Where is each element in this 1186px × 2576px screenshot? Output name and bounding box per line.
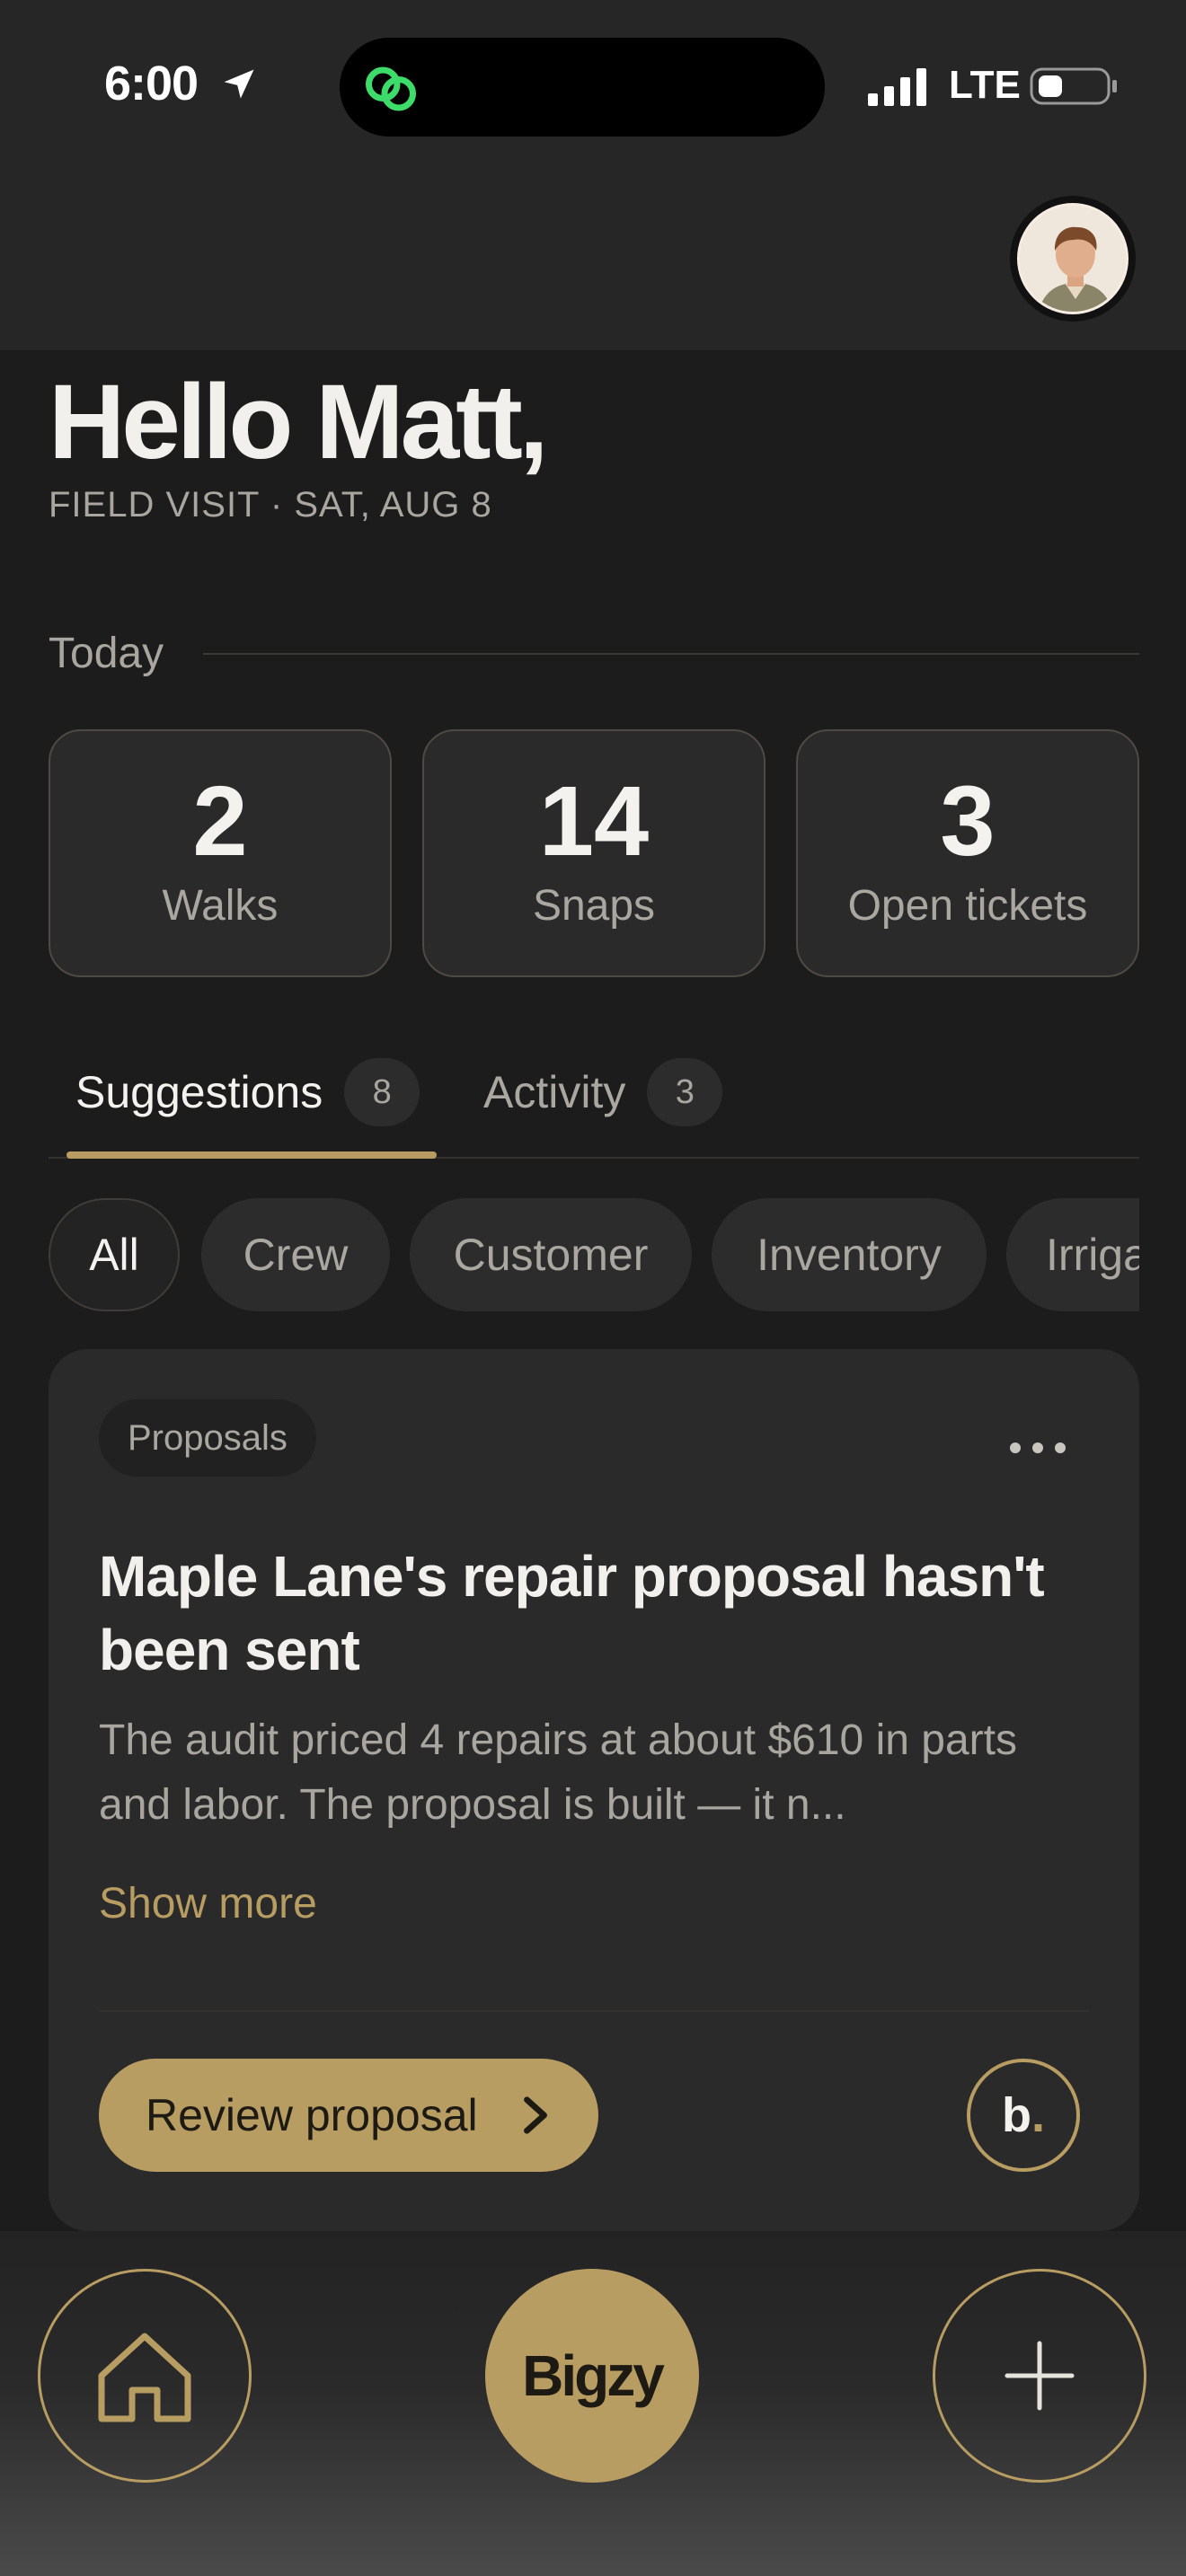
- location-arrow-icon: [224, 69, 254, 99]
- top-bar: 6:00 LTE: [0, 0, 1186, 350]
- island-app-icon: [366, 66, 416, 111]
- person-icon: [1020, 206, 1126, 312]
- section-divider: [203, 653, 1139, 655]
- bottom-nav: Bigzy: [0, 2231, 1186, 2576]
- chip-crew[interactable]: Crew: [201, 1198, 390, 1311]
- review-proposal-button[interactable]: Review proposal: [99, 2059, 598, 2172]
- suggestion-card[interactable]: Proposals Maple Lane's repair proposal h…: [49, 1349, 1139, 2231]
- chip-all[interactable]: All: [49, 1198, 180, 1311]
- bigzy-button[interactable]: Bigzy: [485, 2269, 699, 2483]
- badge-dot: .: [1031, 2088, 1045, 2142]
- filter-chips: All Crew Customer Inventory Irrigation: [49, 1198, 1139, 1311]
- battery-icon: [1030, 67, 1117, 105]
- tab-label: Activity: [483, 1067, 626, 1117]
- tab-count-badge: 3: [647, 1058, 723, 1126]
- card-title: Maple Lane's repair proposal hasn't been…: [99, 1544, 1045, 1682]
- stat-card-open-tickets[interactable]: 3 Open tickets: [796, 729, 1139, 977]
- avatar-photo: [1017, 203, 1128, 314]
- card-category-tag: Proposals: [99, 1399, 316, 1477]
- tab-activity[interactable]: Activity 3: [483, 1047, 723, 1137]
- more-icon[interactable]: [1006, 1437, 1069, 1459]
- stat-value: 14: [538, 766, 650, 877]
- card-divider: [99, 2010, 1089, 2012]
- avatar[interactable]: [1010, 196, 1136, 322]
- home-button[interactable]: [38, 2269, 252, 2483]
- tab-count-badge: 8: [344, 1058, 420, 1126]
- show-more-link[interactable]: Show more: [99, 1879, 317, 1928]
- add-button[interactable]: [933, 2269, 1146, 2483]
- stat-label: Snaps: [532, 882, 656, 930]
- plus-icon: [1005, 2341, 1075, 2411]
- network-type: LTE: [949, 63, 1021, 107]
- stat-card-walks[interactable]: 2 Walks: [49, 729, 392, 977]
- tab-label: Suggestions: [75, 1067, 323, 1117]
- card-body: The audit priced 4 repairs at about $610…: [99, 1716, 1017, 1829]
- stat-label: Open tickets: [847, 882, 1088, 930]
- dynamic-island: [340, 38, 825, 137]
- home-icon: [98, 2333, 191, 2422]
- stat-value: 3: [940, 766, 996, 877]
- badge-letter: b: [1001, 2088, 1031, 2142]
- bigzy-badge[interactable]: b.: [967, 2059, 1080, 2172]
- stat-label: Walks: [162, 882, 279, 930]
- chip-customer[interactable]: Customer: [410, 1198, 692, 1311]
- stat-card-snaps[interactable]: 14 Snaps: [422, 729, 766, 977]
- tab-suggestions[interactable]: Suggestions 8: [75, 1047, 420, 1137]
- stat-value: 2: [192, 766, 248, 877]
- tab-bar: Suggestions 8 Activity 3: [49, 1047, 1139, 1159]
- button-label: Review proposal: [146, 2090, 478, 2140]
- section-title-today: Today: [49, 630, 164, 677]
- chip-irrigation[interactable]: Irrigation: [1006, 1198, 1139, 1311]
- active-tab-indicator: [66, 1151, 437, 1159]
- chip-inventory[interactable]: Inventory: [712, 1198, 987, 1311]
- status-time: 6:00: [104, 57, 199, 110]
- signal-icon: [868, 68, 926, 106]
- greeting-title: Hello Matt,: [49, 363, 549, 481]
- greeting-subtitle: FIELD VISIT · SAT, AUG 8: [49, 485, 492, 525]
- chevron-right-icon: [524, 2096, 547, 2134]
